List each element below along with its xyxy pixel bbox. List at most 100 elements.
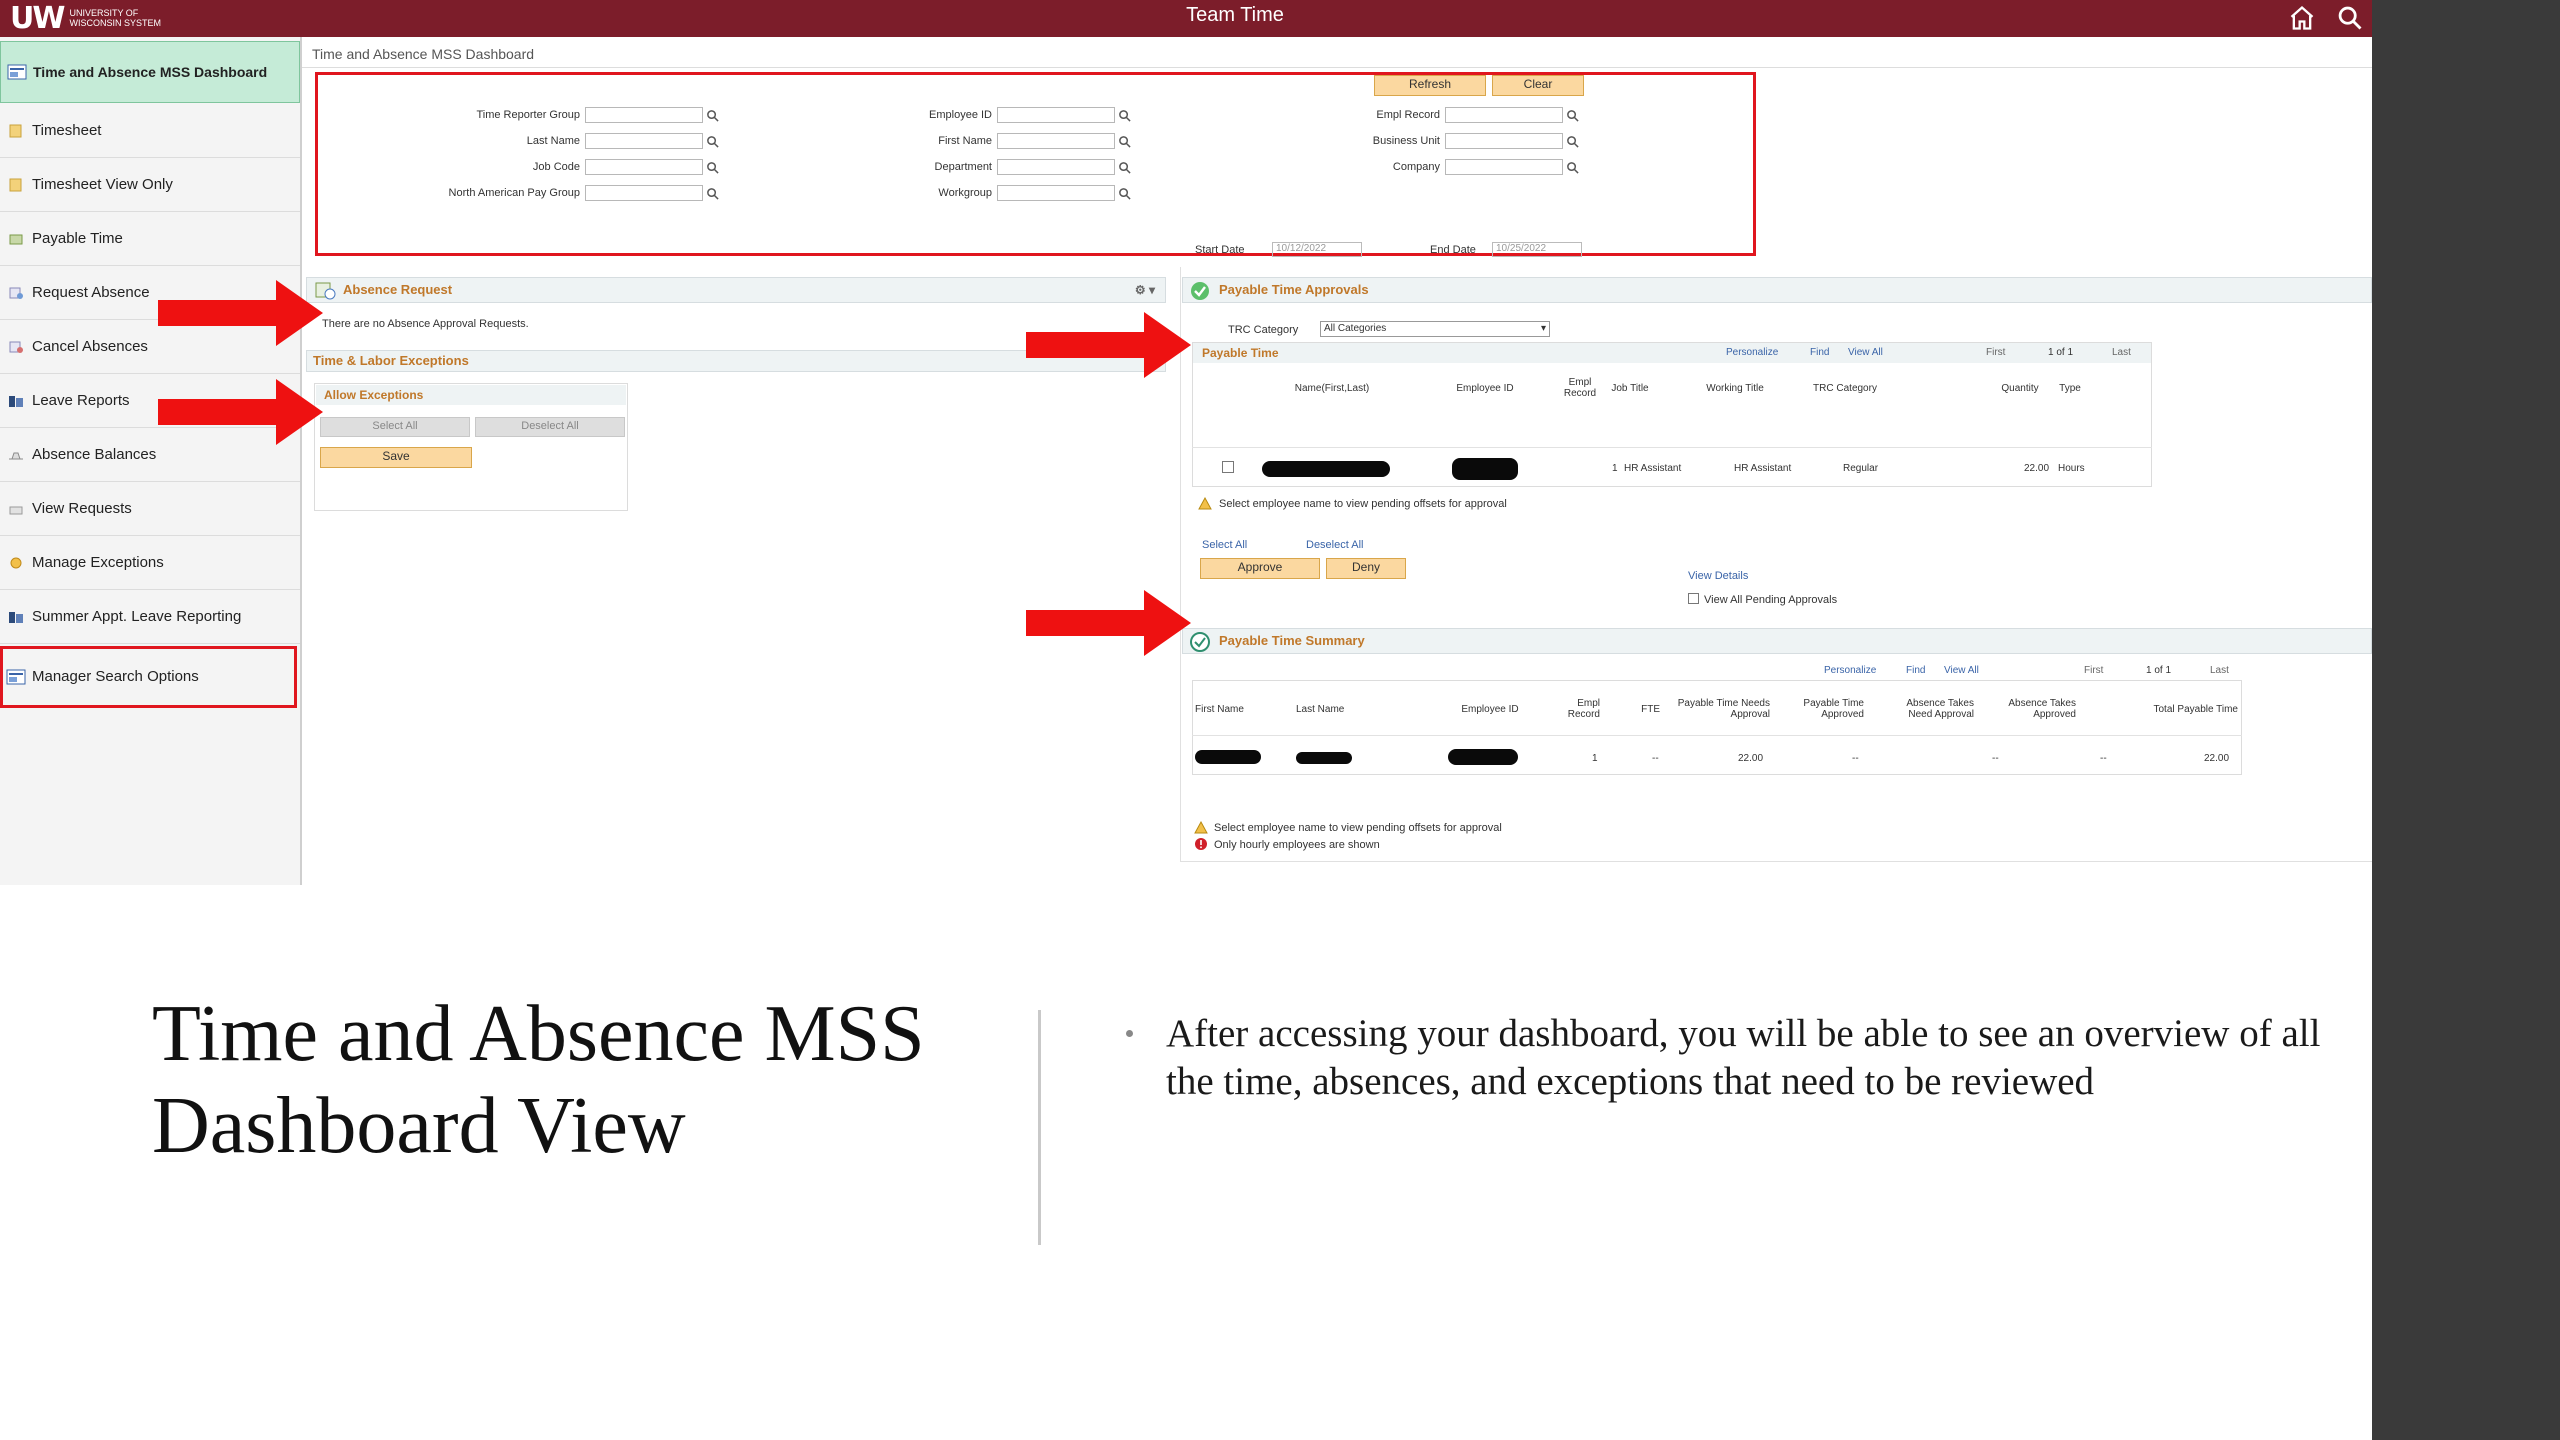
exceptions-select-all-button[interactable]: Select All	[320, 417, 470, 437]
column-header: Payable Time Needs Approval	[1677, 698, 1770, 720]
time-reporter-group-input[interactable]	[585, 107, 703, 123]
lookup-icon[interactable]	[706, 187, 719, 200]
redacted-name[interactable]	[1262, 461, 1390, 477]
workgroup-label: Workgroup	[938, 187, 992, 199]
annotation-arrow-absence-request	[158, 280, 323, 346]
time-reporter-group-label: Time Reporter Group	[476, 109, 580, 121]
cell-needs-approval: 22.00	[1738, 753, 1764, 764]
employee-id-label: Employee ID	[929, 109, 992, 121]
department-input[interactable]	[997, 159, 1115, 175]
column-header: Last Name	[1296, 704, 1345, 715]
approvals-note: Select employee name to view pending off…	[1219, 498, 1507, 510]
slide-divider	[1038, 1010, 1041, 1245]
lookup-icon[interactable]	[1118, 109, 1131, 122]
summary-note: Select employee name to view pending off…	[1214, 822, 1502, 834]
sidebar-item-label: Manager Search Options	[32, 668, 199, 685]
empl-record-input[interactable]	[1445, 107, 1563, 123]
column-header: Empl Record	[1567, 698, 1600, 720]
absence-request-title: Absence Request	[343, 282, 453, 297]
company-input[interactable]	[1445, 159, 1563, 175]
start-date-label: Start Date	[1195, 244, 1245, 256]
hourly-note: Only hourly employees are shown	[1214, 839, 1380, 851]
balance-icon	[9, 452, 23, 459]
last-name-label: Last Name	[526, 135, 580, 147]
redacted-first-name[interactable]	[1195, 750, 1261, 764]
last-name-input[interactable]	[585, 133, 703, 149]
workgroup-input[interactable]	[997, 185, 1115, 201]
personalize-link[interactable]: Personalize	[1726, 347, 1778, 358]
sidebar-item-timesheet[interactable]: Timesheet	[0, 104, 300, 158]
job-code-input[interactable]	[585, 159, 703, 175]
timesheet-icon	[9, 178, 22, 191]
sidebar-item-view-requests[interactable]: View Requests	[0, 482, 300, 536]
absence-request-header: Absence Request ⚙ ▾	[306, 277, 1166, 303]
employee-id-input[interactable]	[997, 107, 1115, 123]
home-icon[interactable]	[2288, 4, 2316, 32]
clear-button[interactable]: Clear	[1492, 75, 1584, 96]
view-all-link[interactable]: View All	[1848, 347, 1883, 358]
company-label: Company	[1392, 161, 1440, 173]
lookup-icon[interactable]	[1118, 135, 1131, 148]
sidebar-item-dashboard[interactable]: Time and Absence MSS Dashboard	[0, 41, 300, 103]
payable-time-icon	[9, 234, 23, 244]
column-header: Quantity	[2001, 383, 2039, 394]
start-date-input[interactable]: 10/12/2022	[1272, 242, 1362, 257]
summary-last-link[interactable]: Last	[2210, 665, 2229, 676]
summary-view-all-link[interactable]: View All	[1944, 665, 1979, 676]
row-checkbox[interactable]	[1222, 461, 1234, 473]
cancel-absence-icon	[9, 341, 23, 353]
refresh-button[interactable]: Refresh	[1374, 75, 1486, 96]
annotation-arrow-exceptions	[158, 379, 323, 445]
column-header: Empl Record	[1563, 377, 1597, 399]
payable-approvals-title: Payable Time Approvals	[1219, 282, 1369, 297]
payable-time-grid-header	[1193, 343, 2151, 363]
lookup-icon[interactable]	[1118, 187, 1131, 200]
approvals-select-all-link[interactable]: Select All	[1202, 539, 1247, 551]
summary-find-link[interactable]: Find	[1906, 665, 1925, 676]
summary-first-link[interactable]: First	[2084, 665, 2103, 676]
sidebar-item-payable-time[interactable]: Payable Time	[0, 212, 300, 266]
column-header: Absence Takes Need Approval	[1906, 698, 1974, 720]
approvals-deselect-all-link[interactable]: Deselect All	[1306, 539, 1363, 551]
lookup-icon[interactable]	[1566, 109, 1579, 122]
column-header: Job Title	[1611, 383, 1649, 394]
trc-category-select[interactable]: All Categories ▾	[1320, 321, 1550, 337]
end-date-input[interactable]: 10/25/2022	[1492, 242, 1582, 257]
slide-bullet-text: After accessing your dashboard, you will…	[1166, 1012, 2321, 1103]
view-all-pending-checkbox[interactable]	[1688, 593, 1699, 604]
cell-working-title: HR Assistant	[1734, 463, 1792, 474]
warning-icon	[1198, 497, 1212, 510]
na-pay-group-input[interactable]	[585, 185, 703, 201]
department-label: Department	[934, 161, 992, 173]
search-icon[interactable]	[2336, 4, 2364, 32]
panel-options-icon[interactable]: ⚙ ▾	[1135, 278, 1155, 302]
lookup-icon[interactable]	[1118, 161, 1131, 174]
lookup-icon[interactable]	[706, 161, 719, 174]
sidebar-item-timesheet-view-only[interactable]: Timesheet View Only	[0, 158, 300, 212]
lookup-icon[interactable]	[1566, 161, 1579, 174]
find-link[interactable]: Find	[1810, 347, 1829, 358]
last-link[interactable]: Last	[2112, 347, 2131, 358]
sidebar-item-manage-exceptions[interactable]: Manage Exceptions	[0, 536, 300, 590]
first-link[interactable]: First	[1986, 347, 2005, 358]
lookup-icon[interactable]	[706, 135, 719, 148]
first-name-input[interactable]	[997, 133, 1115, 149]
view-details-link[interactable]: View Details	[1688, 570, 1748, 582]
deny-button[interactable]: Deny	[1326, 558, 1406, 579]
redacted-employee-id	[1452, 458, 1518, 480]
approve-button[interactable]: Approve	[1200, 558, 1320, 579]
warning-icon	[1194, 821, 1208, 834]
lookup-icon[interactable]	[706, 109, 719, 122]
business-unit-input[interactable]	[1445, 133, 1563, 149]
payable-summary-title: Payable Time Summary	[1219, 633, 1365, 648]
cell-trc-category: Regular	[1843, 463, 1879, 474]
sidebar-item-summer-leave-reporting[interactable]: Summer Appt. Leave Reporting	[0, 590, 300, 644]
summary-personalize-link[interactable]: Personalize	[1824, 665, 1876, 676]
exceptions-deselect-all-button[interactable]: Deselect All	[475, 417, 625, 437]
exceptions-icon	[10, 557, 22, 568]
lookup-icon[interactable]	[1566, 135, 1579, 148]
app-screenshot: UW UNIVERSITY OF WISCONSIN SYSTEM Team T…	[0, 0, 2372, 885]
sidebar-item-manager-search-options[interactable]: Manager Search Options	[0, 646, 297, 708]
exceptions-save-button[interactable]: Save	[320, 447, 472, 468]
sidebar-item-label: Leave Reports	[32, 392, 130, 409]
